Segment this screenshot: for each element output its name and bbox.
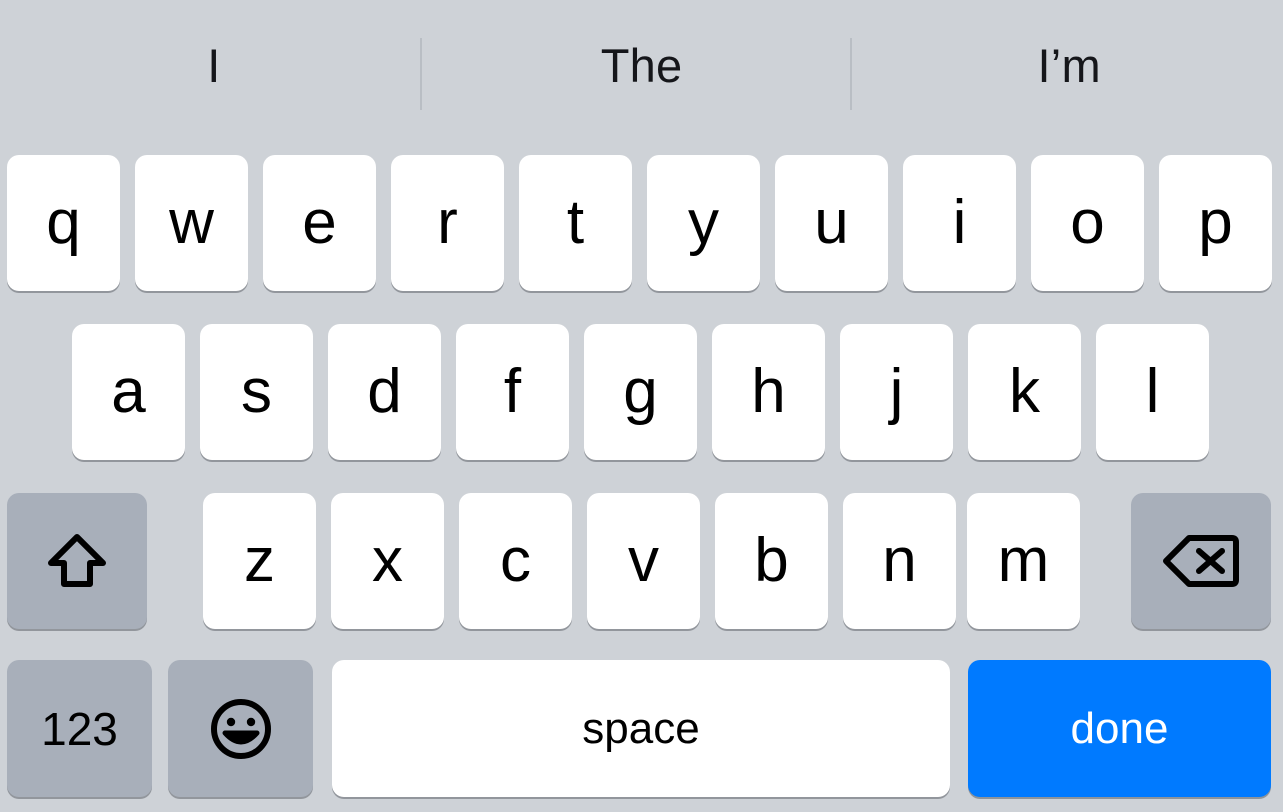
key-label: r xyxy=(437,188,458,257)
key-j[interactable]: j xyxy=(840,324,953,460)
key-v[interactable]: v xyxy=(587,493,700,629)
key-label: n xyxy=(882,526,917,595)
key-l[interactable]: l xyxy=(1096,324,1209,460)
key-label: f xyxy=(503,357,522,426)
suggestion-label: I’m xyxy=(1037,39,1101,92)
key-label: j xyxy=(889,357,904,426)
key-r[interactable]: r xyxy=(391,155,504,291)
key-label: u xyxy=(814,188,849,257)
key-g[interactable]: g xyxy=(584,324,697,460)
key-w[interactable]: w xyxy=(135,155,248,291)
key-label: z xyxy=(244,526,275,595)
key-q[interactable]: q xyxy=(7,155,120,291)
key-e[interactable]: e xyxy=(263,155,376,291)
key-u[interactable]: u xyxy=(775,155,888,291)
key-s[interactable]: s xyxy=(200,324,313,460)
key-x[interactable]: x xyxy=(331,493,444,629)
key-t[interactable]: t xyxy=(519,155,632,291)
key-label: 123 xyxy=(41,702,118,755)
suggestion-item-1[interactable]: I xyxy=(0,0,428,131)
suggestion-item-3[interactable]: I’m xyxy=(855,0,1283,131)
key-label: i xyxy=(952,188,967,257)
predictive-text-bar: I The I’m xyxy=(0,0,1283,131)
key-label: space xyxy=(582,703,700,753)
key-c[interactable]: c xyxy=(459,493,572,629)
suggestion-label: I xyxy=(207,39,221,92)
key-label: l xyxy=(1145,357,1160,426)
key-label: e xyxy=(302,188,337,257)
key-shift[interactable] xyxy=(7,493,147,629)
key-m[interactable]: m xyxy=(967,493,1080,629)
key-y[interactable]: y xyxy=(647,155,760,291)
key-d[interactable]: d xyxy=(328,324,441,460)
key-n[interactable]: n xyxy=(843,493,956,629)
key-label: w xyxy=(169,188,214,257)
key-z[interactable]: z xyxy=(203,493,316,629)
key-label: b xyxy=(754,526,789,595)
key-label: o xyxy=(1070,188,1105,257)
key-emoji[interactable] xyxy=(168,660,313,797)
key-label: g xyxy=(623,357,658,426)
key-label: p xyxy=(1198,188,1233,257)
key-numbers[interactable]: 123 xyxy=(7,660,152,797)
key-label: a xyxy=(111,357,146,426)
key-label: d xyxy=(367,357,402,426)
key-label: s xyxy=(241,357,272,426)
shift-arrow-icon xyxy=(46,532,108,590)
key-o[interactable]: o xyxy=(1031,155,1144,291)
key-label: k xyxy=(1009,357,1040,426)
suggestion-item-2[interactable]: The xyxy=(428,0,856,131)
key-a[interactable]: a xyxy=(72,324,185,460)
key-f[interactable]: f xyxy=(456,324,569,460)
key-label: h xyxy=(751,357,786,426)
key-done[interactable]: done xyxy=(968,660,1271,797)
key-label: done xyxy=(1070,703,1169,753)
suggestion-divider xyxy=(850,38,852,110)
key-label: m xyxy=(997,526,1050,595)
key-p[interactable]: p xyxy=(1159,155,1272,291)
key-b[interactable]: b xyxy=(715,493,828,629)
key-label: y xyxy=(688,188,719,257)
suggestion-divider xyxy=(420,38,422,110)
delete-backward-icon xyxy=(1163,533,1239,589)
key-h[interactable]: h xyxy=(712,324,825,460)
key-label: c xyxy=(500,526,531,595)
smiley-face-icon xyxy=(210,698,272,760)
key-label: v xyxy=(628,526,659,595)
suggestion-label: The xyxy=(600,39,683,92)
key-i[interactable]: i xyxy=(903,155,1016,291)
ios-keyboard: I The I’m q w e r t y u i o p a s d f g … xyxy=(0,0,1283,812)
key-k[interactable]: k xyxy=(968,324,1081,460)
key-backspace[interactable] xyxy=(1131,493,1271,629)
key-label: t xyxy=(566,188,585,257)
key-label: q xyxy=(46,188,81,257)
key-space[interactable]: space xyxy=(332,660,950,797)
key-label: x xyxy=(372,526,403,595)
